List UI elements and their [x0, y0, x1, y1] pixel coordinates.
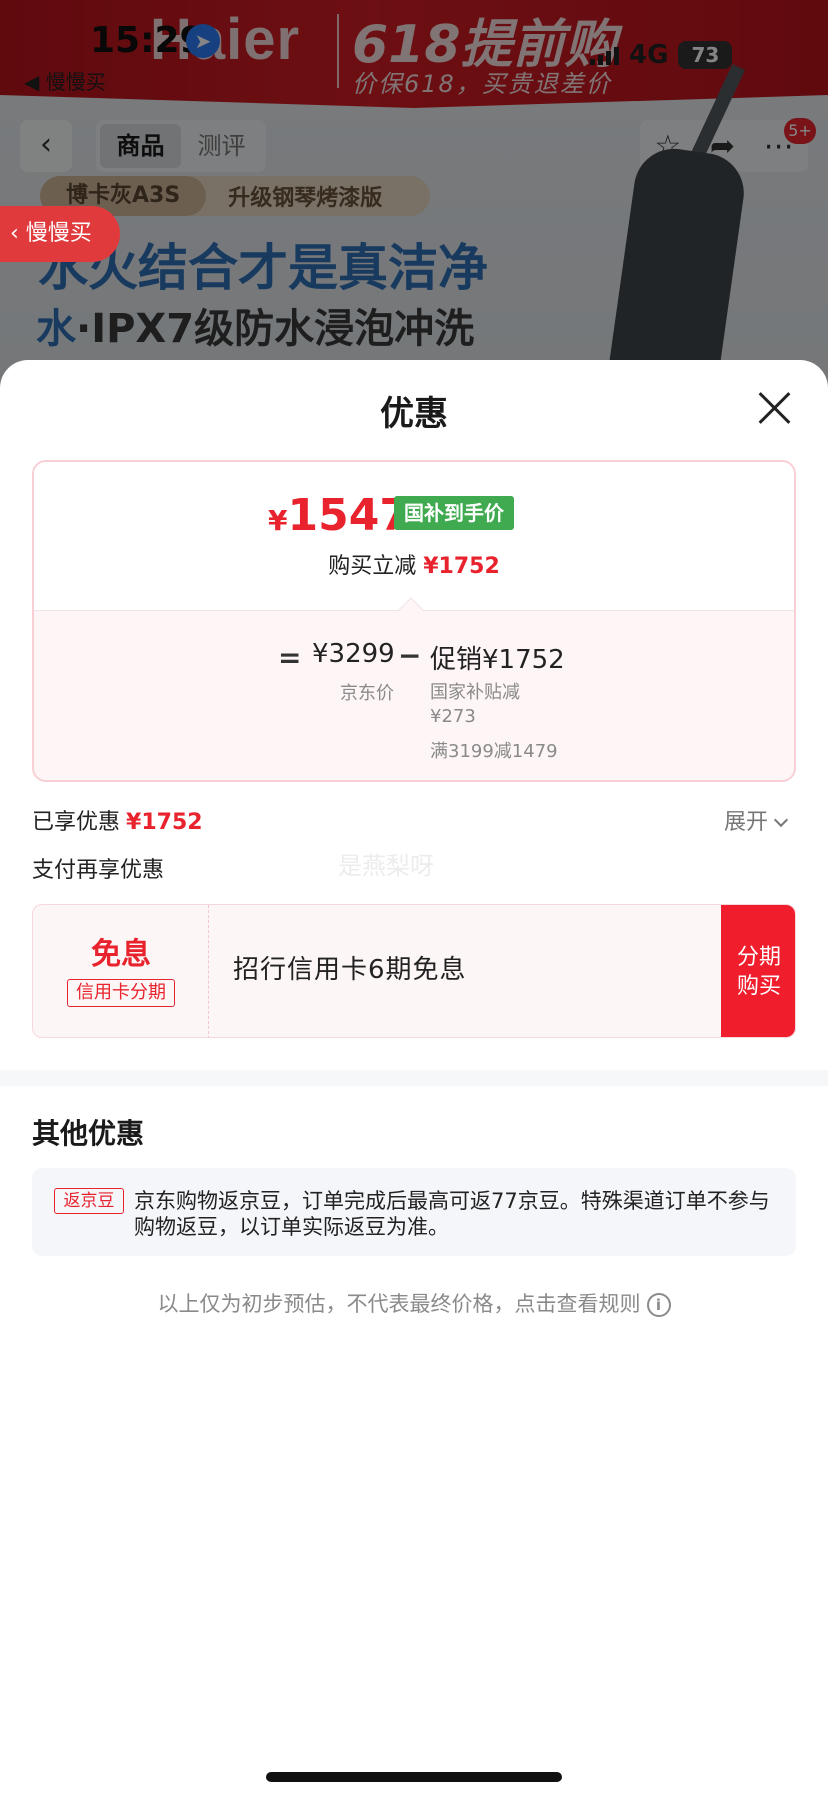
price-summary-top: ¥1547 国补到手价 购买立减 ¥1752	[34, 462, 794, 610]
installment-badge: 免息 信用卡分期	[33, 905, 209, 1037]
promo-price: 促销¥1752	[430, 645, 565, 675]
sheet-title: 优惠	[380, 394, 448, 434]
gov-subsidy-label: 国家补贴减	[430, 682, 520, 703]
jd-price-label: 京东价	[340, 683, 394, 704]
section-divider	[0, 1070, 828, 1086]
close-icon[interactable]	[756, 390, 792, 426]
watermark: 是燕梨呀	[338, 852, 434, 880]
other-discount-title: 其他优惠	[32, 1117, 145, 1150]
gov-subsidy-detail: 国家补贴减 ¥273	[430, 681, 520, 729]
equals-sign: =	[278, 641, 302, 674]
installment-card[interactable]: 免息 信用卡分期 招行信用卡6期免息 分期购买	[32, 904, 796, 1038]
full-reduce-rule: 满3199减1479	[430, 741, 558, 762]
gov-subsidy-value: ¥273	[430, 706, 476, 727]
expand-label: 展开	[724, 810, 769, 835]
chevron-down-icon	[773, 812, 789, 828]
expand-button[interactable]: 展开	[724, 804, 789, 836]
floating-slowbuy-button[interactable]: ‹ 慢慢买	[0, 206, 120, 262]
credit-installment-tag: 信用卡分期	[67, 979, 175, 1007]
enjoyed-label: 已享优惠	[32, 810, 121, 835]
instant-reduce-line: 购买立减 ¥1752	[34, 548, 794, 580]
jd-bean-tag: 返京豆	[54, 1188, 124, 1214]
pay-more-heading: 支付再享优惠	[32, 858, 165, 883]
gov-subsidy-badge: 国补到手价	[394, 496, 514, 530]
final-price: ¥1547	[268, 490, 410, 541]
enjoyed-discount: 已享优惠 ¥1752	[32, 804, 203, 836]
floating-button-label: 慢慢买	[25, 221, 92, 246]
minus-sign: −	[398, 639, 422, 672]
home-indicator[interactable]	[266, 1772, 562, 1782]
rules-text: 以上仅为初步预估，不代表最终价格，点击查看规则	[157, 1292, 641, 1316]
modal-overlay[interactable]	[0, 0, 828, 420]
final-price-value: 1547	[287, 490, 410, 541]
discount-sheet: 优惠 ¥1547 国补到手价 购买立减 ¥1752 = ¥3299 京东价 − …	[0, 360, 828, 1795]
enjoyed-value: ¥1752	[126, 810, 203, 835]
currency-symbol: ¥	[268, 504, 288, 537]
reduce-label: 购买立减	[328, 554, 417, 579]
jd-bean-box: 返京豆 京东购物返京豆，订单完成后最高可返77京豆。特殊渠道订单不参与购物返豆，…	[32, 1168, 796, 1256]
rules-link[interactable]: 以上仅为初步预估，不代表最终价格，点击查看规则 i	[0, 1288, 828, 1318]
jd-price: ¥3299	[312, 639, 395, 669]
installment-text: 招行信用卡6期免息	[233, 955, 467, 985]
reduce-value: ¥1752	[423, 554, 500, 579]
product-page-background: Haier 618提前购 价保618，买贵退差价 15:29 ➤ 4G 73 ◀…	[0, 0, 828, 420]
price-formula: = ¥3299 京东价 − 促销¥1752 国家补贴减 ¥273 满3199减14…	[34, 610, 794, 780]
info-icon: i	[646, 1293, 671, 1317]
installment-buy-button[interactable]: 分期购买	[721, 905, 795, 1037]
jd-bean-text: 京东购物返京豆，订单完成后最高可返77京豆。特殊渠道订单不参与购物返豆，以订单实…	[134, 1189, 770, 1239]
interest-free-label: 免息	[91, 937, 151, 972]
price-breakdown-card: ¥1547 国补到手价 购买立减 ¥1752 = ¥3299 京东价 − 促销¥…	[32, 460, 796, 782]
